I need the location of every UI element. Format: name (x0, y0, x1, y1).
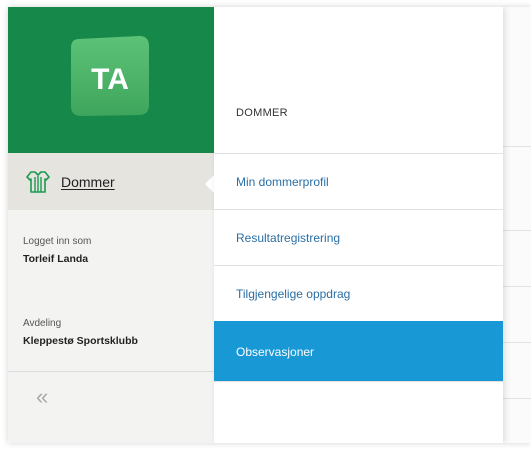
logo-text: TA (91, 63, 129, 96)
brand-header: TA (8, 7, 214, 153)
background-divider (503, 286, 531, 287)
active-pointer (205, 175, 214, 193)
logged-in-user: Logget inn som Torleif Landa (23, 236, 91, 265)
department-info: Avdeling Kleppestø Sportsklubb (23, 318, 138, 347)
department-caption: Avdeling (23, 318, 62, 329)
sidebar-divider (8, 371, 214, 372)
background-content (503, 7, 531, 443)
logged-in-caption: Logget inn som (23, 236, 92, 247)
background-divider (503, 342, 531, 343)
user-name: Torleif Landa (23, 253, 89, 265)
background-divider (503, 230, 531, 231)
menu-header: DOMMER (236, 107, 288, 119)
sidebar: TA Dommer Logget inn som Torleif Landa A… (8, 7, 214, 443)
menu-item-min-dommerprofil[interactable]: Min dommerprofil (214, 153, 503, 209)
menu-item-observasjoner[interactable]: Observasjoner (214, 321, 503, 381)
background-divider (503, 146, 531, 147)
background-divider (503, 398, 531, 399)
ta-logo[interactable]: TA (69, 35, 151, 117)
menu-divider (214, 381, 503, 382)
jersey-icon (26, 170, 50, 193)
menu-item-resultatregistrering[interactable]: Resultatregistrering (214, 209, 503, 265)
menu-item-tilgjengelige-oppdrag[interactable]: Tilgjengelige oppdrag (214, 265, 503, 321)
dommer-menu: DOMMER Min dommerprofil Resultatregistre… (214, 7, 503, 443)
collapse-sidebar-icon[interactable]: « (36, 386, 48, 408)
sidebar-item-label[interactable]: Dommer (61, 174, 115, 190)
logo-badge-icon: TA (71, 36, 149, 116)
app-window: TA Dommer Logget inn som Torleif Landa A… (8, 7, 531, 443)
department-name: Kleppestø Sportsklubb (23, 335, 138, 347)
sidebar-item-dommer[interactable]: Dommer (8, 153, 214, 210)
